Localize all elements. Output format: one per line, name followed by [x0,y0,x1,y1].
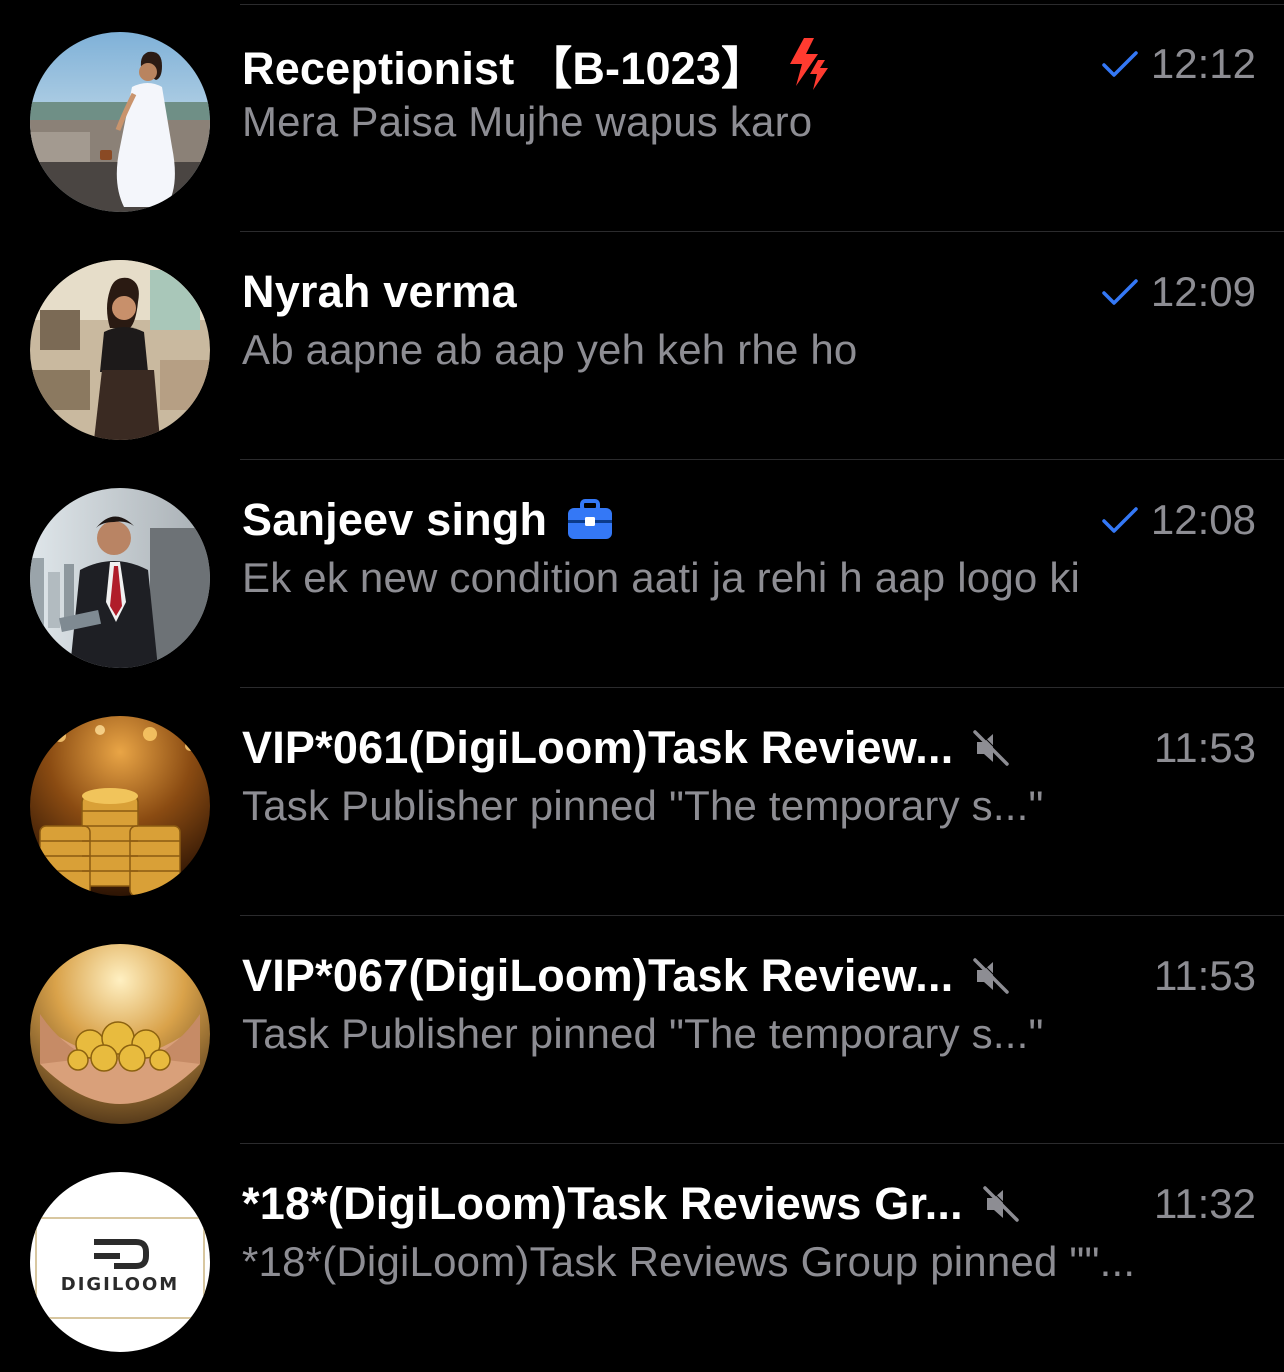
chat-title: VIP*061(DigiLoom)Task Review... [242,718,1011,778]
chat-preview: Task Publisher pinned "The temporary s..… [242,782,1044,829]
chat-row-18-digiloom[interactable]: DIGILOOM *18*(DigiLoom)Task Reviews Gr..… [0,1144,1284,1372]
avatar[interactable] [30,488,210,668]
chat-row-nyrah-verma[interactable]: Nyrah verma Ab aapne ab aap yeh keh rhe … [0,232,1284,460]
chat-time: 11:53 [1154,724,1256,771]
man-suit-photo [30,488,210,668]
chat-time: 12:08 [1150,496,1256,543]
chat-meta: 11:32 [1154,1174,1256,1234]
chat-title-text: Receptionist 【B-1023】 [242,42,767,94]
woman-white-dress-photo [30,32,210,212]
chat-preview: Task Publisher pinned "The temporary s..… [242,1010,1044,1057]
avatar[interactable] [30,260,210,440]
chat-time: 12:09 [1150,268,1256,315]
avatar[interactable]: DIGILOOM [30,1172,210,1352]
chat-title-text: VIP*061(DigiLoom)Task Review... [242,722,954,773]
hands-with-coins-photo [30,944,210,1124]
chat-meta: 11:53 [1154,946,1256,1006]
chat-preview: *18*(DigiLoom)Task Reviews Group pinned … [242,1238,1136,1285]
chat-row-receptionist[interactable]: Receptionist 【B-1023】 Mera Paisa Mujhe w… [0,4,1284,232]
woman-cafe-photo [30,260,210,440]
avatar[interactable] [30,716,210,896]
chat-time: 12:12 [1150,40,1256,87]
muted-speaker-icon [971,728,1011,768]
muted-speaker-icon [981,1184,1021,1224]
chat-meta: 11:53 [1154,718,1256,778]
chat-title: Nyrah verma [242,262,517,322]
chat-title: Receptionist 【B-1023】 [242,34,832,94]
chat-preview: Ek ek new condition aati ja rehi h aap l… [242,554,1081,601]
chat-time: 11:53 [1154,952,1256,999]
chat-title-text: *18*(DigiLoom)Task Reviews Gr... [242,1178,963,1229]
chat-title-text: Sanjeev singh [242,494,548,545]
chat-title: *18*(DigiLoom)Task Reviews Gr... [242,1174,1021,1234]
chat-meta: 12:09 [1101,262,1256,322]
chat-title-text: Nyrah verma [242,266,517,317]
briefcase-icon [565,498,615,542]
single-check-icon [1101,277,1139,307]
single-check-icon [1101,49,1139,79]
chat-preview: Mera Paisa Mujhe wapus karo [242,98,813,145]
chat-preview: Ab aapne ab aap yeh keh rhe ho [242,326,858,373]
single-check-icon [1101,505,1139,535]
digiloom-logo: DIGILOOM [30,1172,210,1352]
lightning-icon [784,34,832,94]
chat-list: Receptionist 【B-1023】 Mera Paisa Mujhe w… [0,0,1284,1352]
chat-meta: 12:12 [1101,34,1256,94]
chat-title-text: VIP*067(DigiLoom)Task Review... [242,950,954,1001]
avatar[interactable] [30,944,210,1124]
chat-meta: 12:08 [1101,490,1256,550]
chat-time: 11:32 [1154,1180,1256,1227]
avatar[interactable] [30,32,210,212]
chat-row-vip-061[interactable]: VIP*061(DigiLoom)Task Review... Task Pub… [0,688,1284,916]
chat-title: VIP*067(DigiLoom)Task Review... [242,946,1011,1006]
chat-title: Sanjeev singh [242,490,615,550]
gold-coins-photo [30,716,210,896]
avatar-text: DIGILOOM [61,1274,179,1295]
muted-speaker-icon [971,956,1011,996]
chat-row-vip-067[interactable]: VIP*067(DigiLoom)Task Review... Task Pub… [0,916,1284,1144]
chat-row-sanjeev-singh[interactable]: Sanjeev singh Ek ek new condition aati j… [0,460,1284,688]
